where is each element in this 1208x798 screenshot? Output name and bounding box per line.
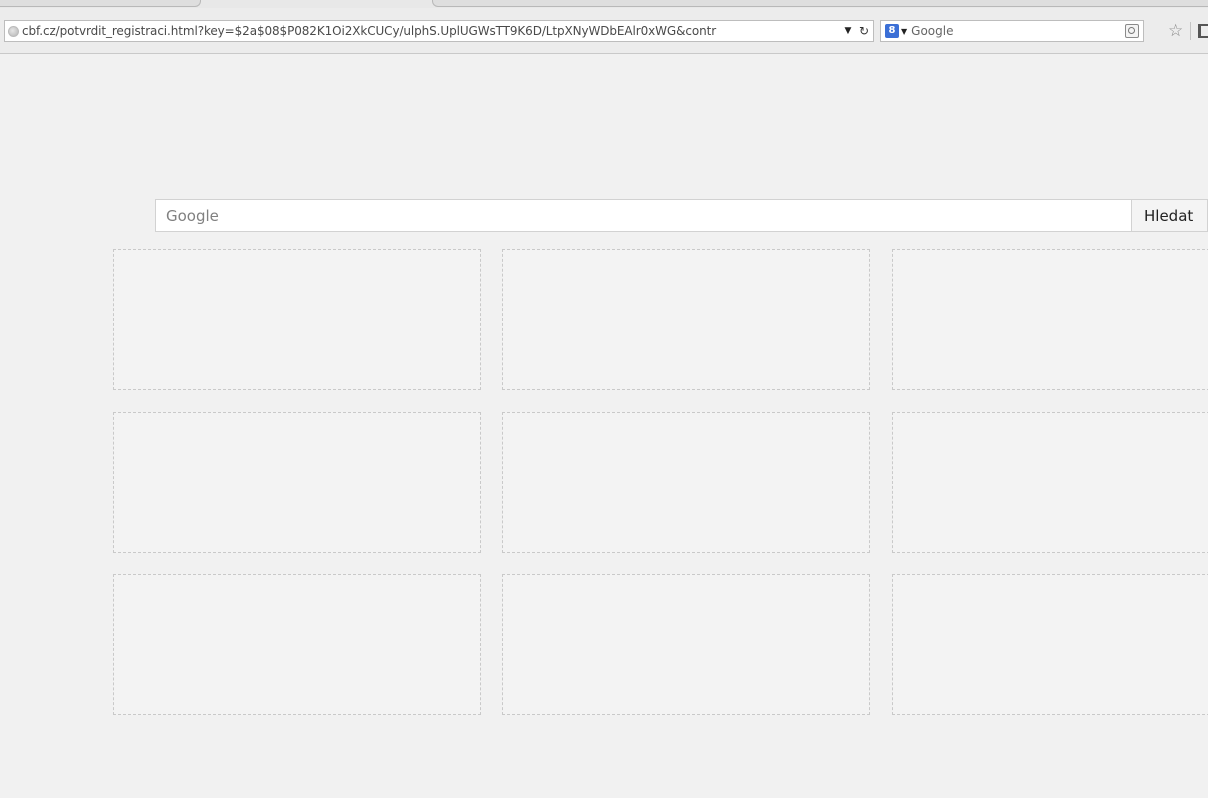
url-text[interactable]: cbf.cz/potvrdit_registraci.html?key=$2a$… bbox=[22, 24, 841, 38]
toolbar-separator bbox=[1190, 22, 1191, 40]
newtab-tile[interactable] bbox=[892, 249, 1208, 390]
newtab-tile[interactable] bbox=[892, 574, 1208, 715]
new-tab-page: Hledat bbox=[0, 54, 1208, 798]
history-dropdown-icon[interactable]: ▼ bbox=[841, 26, 855, 36]
tab-strip bbox=[0, 0, 1208, 8]
newtab-tile[interactable] bbox=[502, 249, 870, 390]
engine-dropdown-icon[interactable]: ▼ bbox=[901, 27, 907, 36]
globe-icon bbox=[8, 25, 19, 37]
bookmark-star-icon[interactable]: ☆ bbox=[1168, 22, 1183, 40]
newtab-tile[interactable] bbox=[502, 574, 870, 715]
newtab-tile[interactable] bbox=[502, 412, 870, 553]
newtab-tile[interactable] bbox=[892, 412, 1208, 553]
browser-window: cbf.cz/potvrdit_registraci.html?key=$2a$… bbox=[0, 0, 1208, 798]
url-bar[interactable]: cbf.cz/potvrdit_registraci.html?key=$2a$… bbox=[4, 20, 874, 42]
reload-icon[interactable]: ↻ bbox=[855, 24, 873, 38]
newtab-tile[interactable] bbox=[113, 574, 481, 715]
navigation-toolbar: cbf.cz/potvrdit_registraci.html?key=$2a$… bbox=[0, 8, 1208, 54]
newtab-search-input[interactable] bbox=[155, 199, 1132, 232]
search-go-icon[interactable] bbox=[1125, 24, 1139, 38]
newtab-search-form: Hledat bbox=[155, 199, 1208, 232]
browser-search-bar[interactable]: 8 ▼ Google bbox=[880, 20, 1144, 42]
browser-search-placeholder[interactable]: Google bbox=[911, 24, 1125, 38]
newtab-tile[interactable] bbox=[113, 249, 481, 390]
newtab-search-button[interactable]: Hledat bbox=[1132, 199, 1208, 232]
google-engine-icon[interactable]: 8 bbox=[885, 24, 899, 38]
bookmarks-menu-icon[interactable] bbox=[1198, 24, 1208, 38]
newtab-tile[interactable] bbox=[113, 412, 481, 553]
newtab-tile-grid bbox=[113, 249, 1208, 719]
tab-left[interactable] bbox=[0, 0, 201, 7]
tab-right[interactable] bbox=[432, 0, 1208, 7]
